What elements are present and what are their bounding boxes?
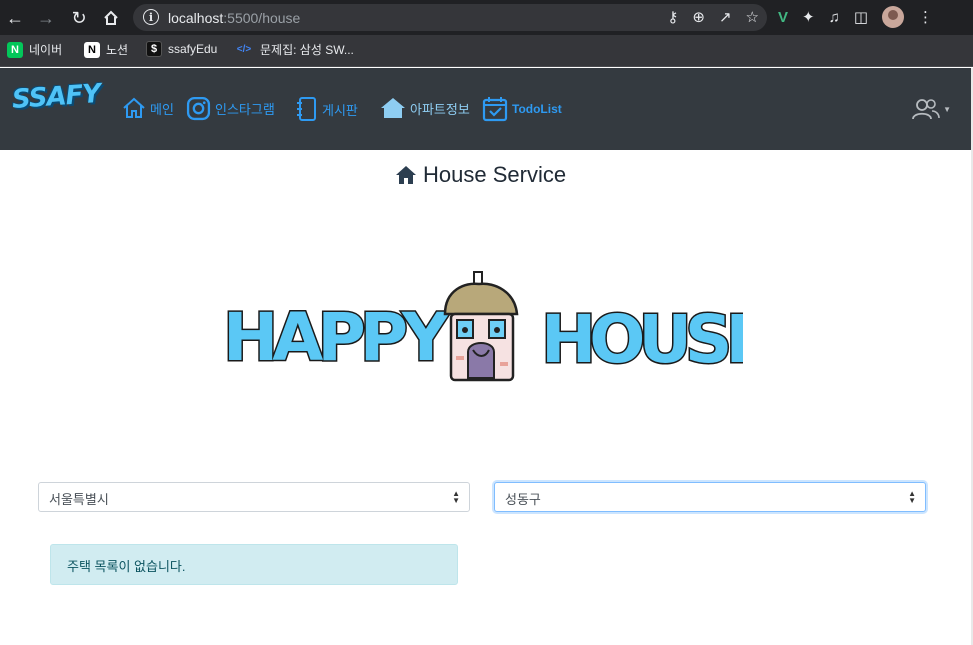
- user-menu-toggle[interactable]: ▼: [912, 98, 951, 120]
- home-icon: [123, 97, 145, 118]
- chevron-down-icon: ▼: [943, 104, 951, 114]
- nav-item-main[interactable]: 메인: [122, 96, 174, 120]
- people-icon: [912, 99, 940, 120]
- nav-item-apartment[interactable]: 아파트정보: [380, 96, 470, 120]
- code-brackets-icon: </>: [236, 44, 252, 55]
- page-title: House Service: [395, 162, 567, 192]
- forward-icon[interactable]: →: [35, 7, 57, 29]
- bookmark-ssafyedu[interactable]: $ ssafyEdu: [146, 41, 217, 57]
- house-icon: [396, 166, 416, 184]
- nav-item-board[interactable]: 게시판: [296, 96, 358, 122]
- hero-word-left: HAPPY: [223, 299, 451, 376]
- bookmark-samsung-sw[interactable]: </> 문제집: 삼성 SW...: [234, 41, 354, 58]
- sido-select[interactable]: 서울특별시 ▲ ▼: [38, 482, 470, 512]
- instagram-icon: [186, 96, 211, 121]
- share-icon[interactable]: ↗: [719, 8, 732, 26]
- home-browser-icon[interactable]: [100, 7, 122, 29]
- empty-house-list-alert: 주택 목록이 없습니다.: [50, 544, 458, 585]
- url-text[interactable]: localhost:5500/house: [168, 10, 300, 26]
- star-icon[interactable]: ☆: [746, 8, 759, 26]
- zoom-icon[interactable]: ⊕: [692, 8, 705, 26]
- notebook-icon: [297, 97, 316, 121]
- profile-avatar[interactable]: [882, 6, 905, 28]
- side-panel-icon[interactable]: ◫: [854, 8, 868, 26]
- nav-item-instagram[interactable]: 인스타그램: [186, 96, 275, 121]
- ssafy-logo[interactable]: SSAFY: [11, 79, 101, 115]
- gugun-select[interactable]: 성동구 ▲ ▼: [494, 482, 926, 512]
- app-navbar: SSAFY 메인 인스타그램 게시판 아파트정보 TodoList ▼: [0, 68, 973, 150]
- media-control-icon[interactable]: ♫: [829, 9, 840, 26]
- select-caret-icon: ▲ ▼: [908, 489, 916, 505]
- happy-house-logo: HAPPY HOUSE: [223, 271, 743, 382]
- extensions-icon[interactable]: ✦: [802, 8, 815, 26]
- browser-menu-icon[interactable]: ⋮: [918, 8, 933, 26]
- select-caret-icon: ▲ ▼: [452, 489, 460, 505]
- house-mascot: [443, 271, 519, 382]
- back-icon[interactable]: ←: [4, 7, 26, 29]
- bookmark-naver[interactable]: N 네이버: [7, 41, 62, 58]
- nav-item-todolist[interactable]: TodoList: [482, 96, 562, 122]
- browser-toolbar: ← → ↻ i localhost:5500/house ⚷ ⊕ ↗ ☆ V ✦…: [0, 0, 973, 35]
- address-bar[interactable]: i localhost:5500/house ⚷ ⊕ ↗ ☆: [133, 4, 767, 31]
- reload-icon[interactable]: ↻: [68, 7, 90, 29]
- hero-word-right: HOUSE: [541, 301, 743, 378]
- key-icon[interactable]: ⚷: [667, 8, 678, 26]
- site-info-icon[interactable]: i: [143, 9, 159, 25]
- notion-icon: N: [84, 41, 100, 58]
- house-icon: [381, 98, 405, 118]
- vue-devtools-icon[interactable]: V: [778, 9, 788, 26]
- bookmarks-bar: N 네이버 N 노션 $ ssafyEdu </> 문제집: 삼성 SW...: [0, 35, 973, 67]
- bookmark-notion[interactable]: N 노션: [84, 41, 128, 58]
- ssafy-edu-icon: $: [146, 41, 162, 57]
- calendar-check-icon: [482, 97, 508, 122]
- naver-icon: N: [7, 41, 23, 58]
